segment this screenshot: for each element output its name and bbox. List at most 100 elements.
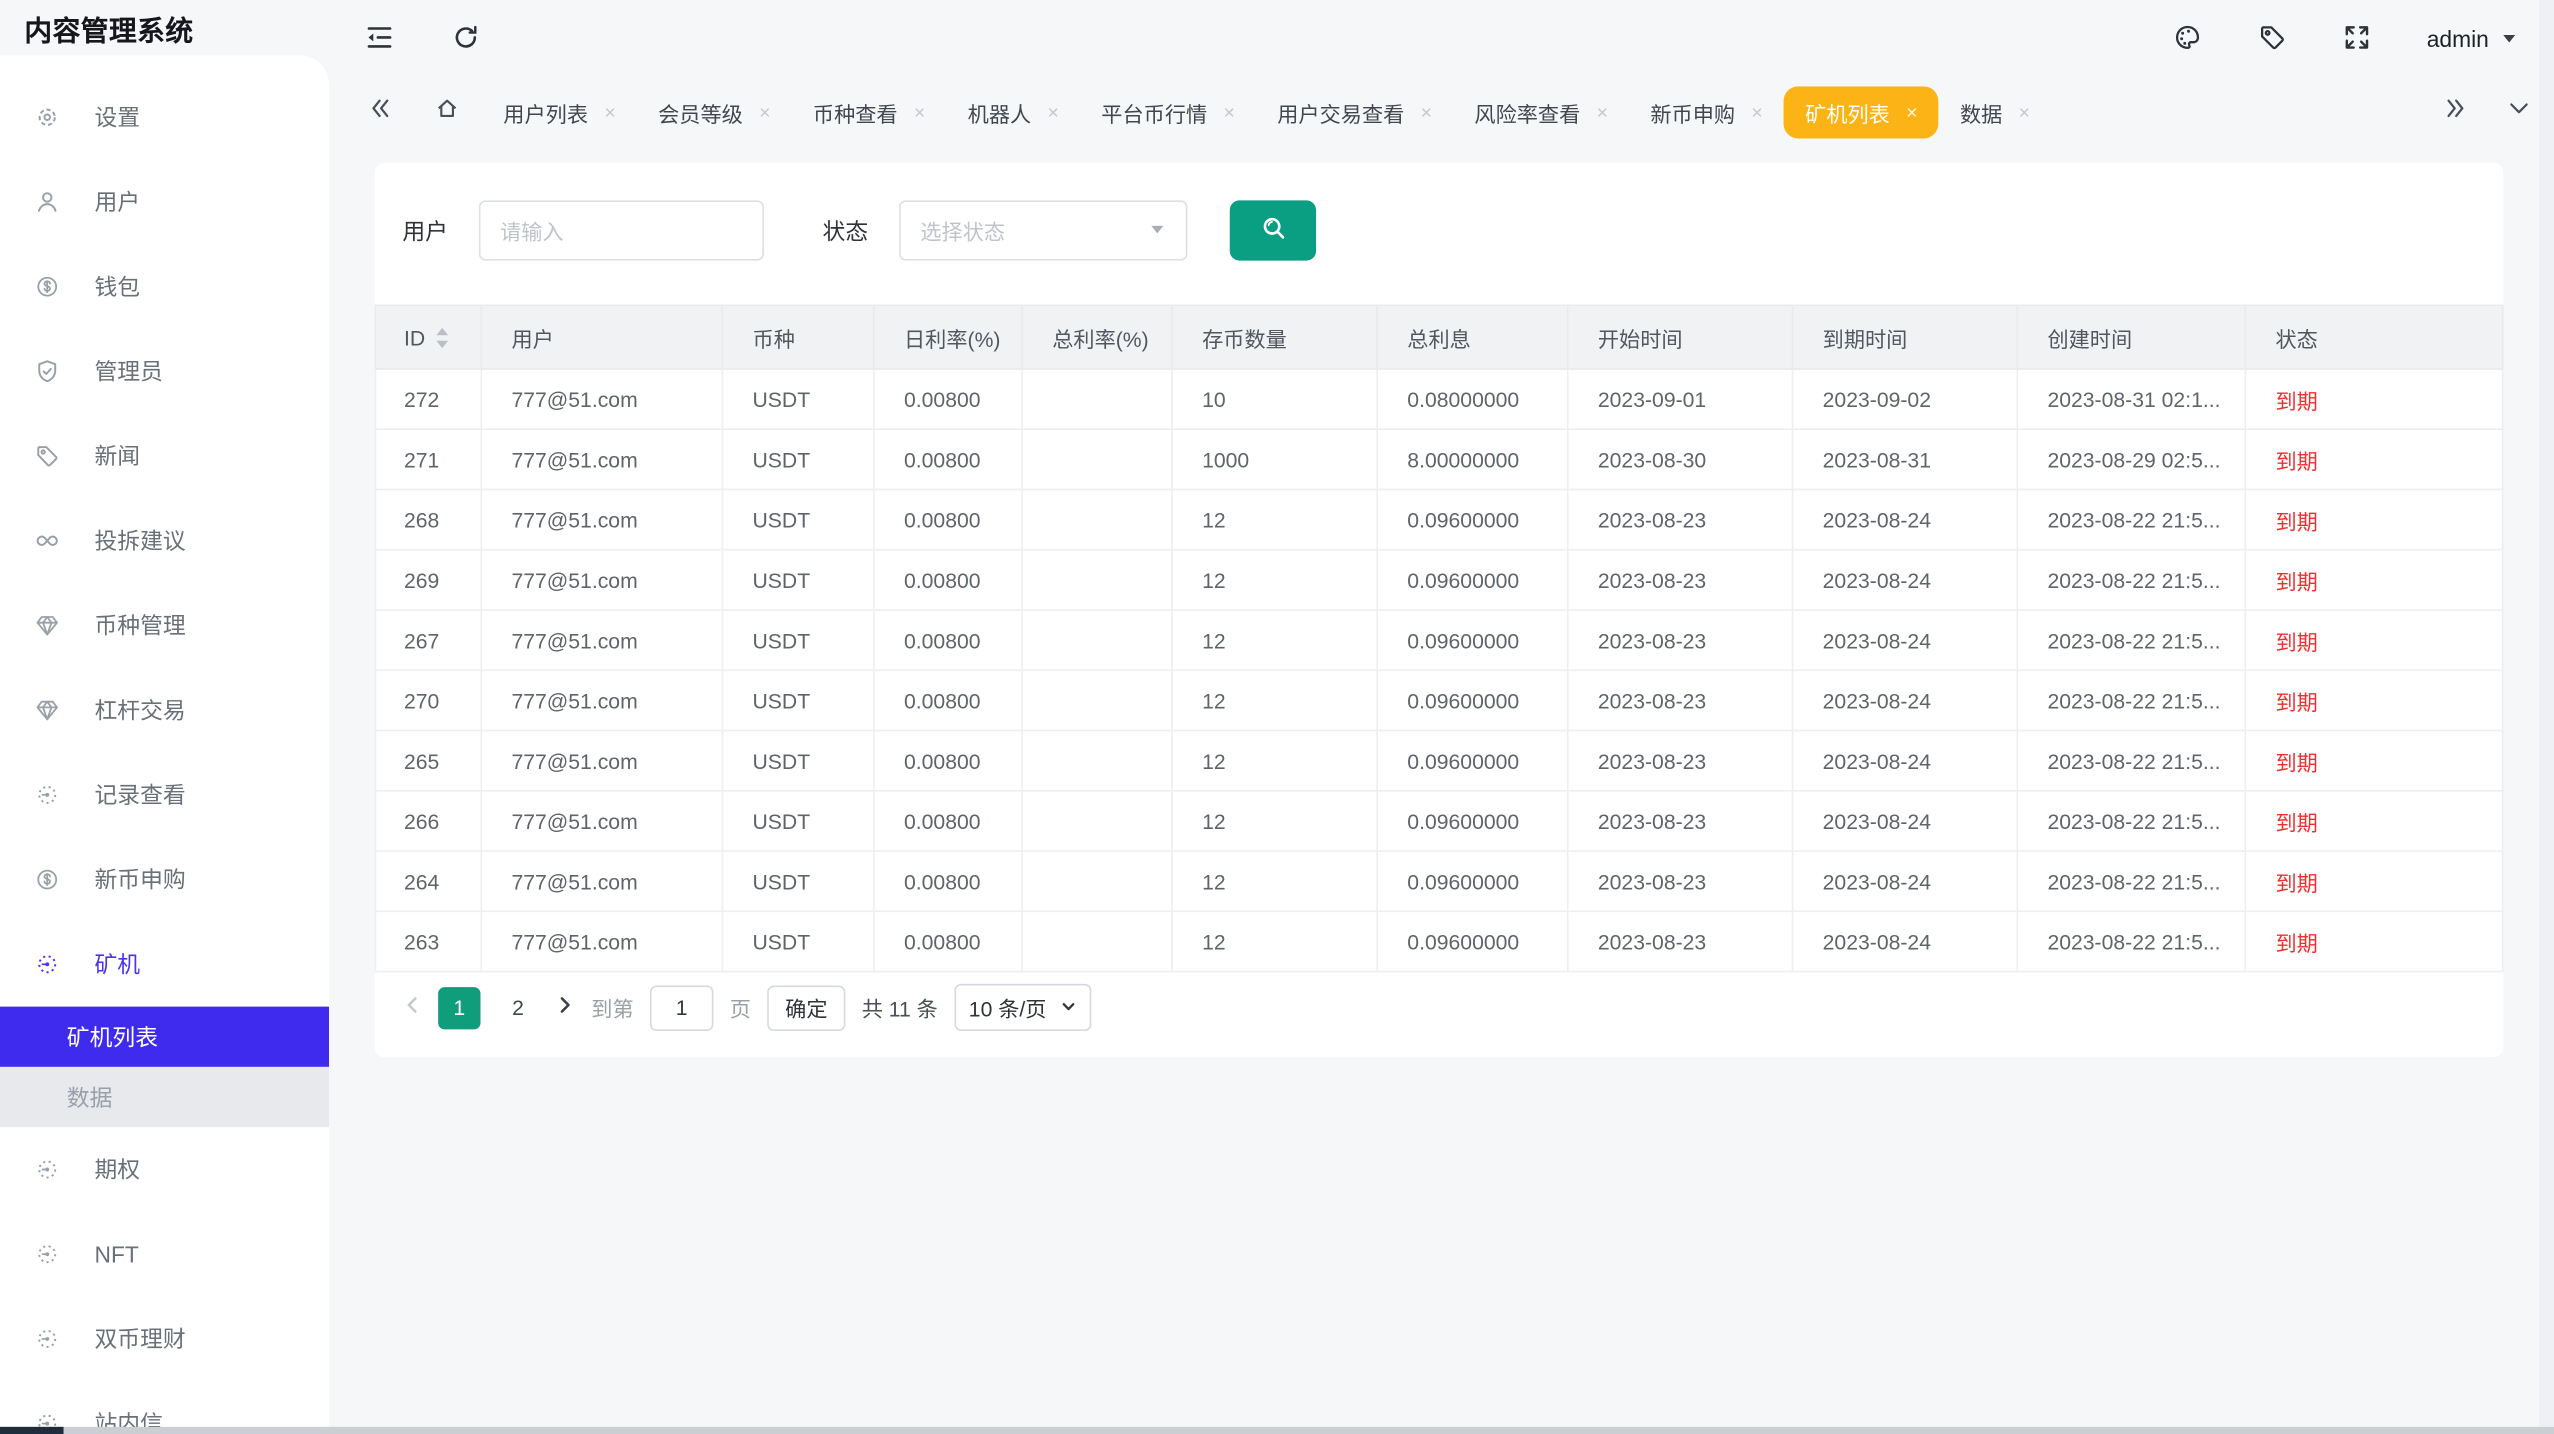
sidebar-submenu-item[interactable]: 数据 xyxy=(0,1067,329,1127)
sidebar-item[interactable]: 管理员 xyxy=(0,329,329,414)
sidebar-item[interactable]: 记录查看 xyxy=(0,753,329,838)
sidebar-submenu-label: 矿机列表 xyxy=(67,1020,158,1053)
sidebar-item[interactable]: 双币理财 xyxy=(0,1297,329,1382)
tabs-menu-button[interactable] xyxy=(2507,96,2531,129)
theme-button[interactable] xyxy=(2173,22,2202,56)
tag-tool-button[interactable] xyxy=(2257,22,2286,56)
close-tab-icon[interactable]: × xyxy=(2019,103,2030,123)
sort-icon[interactable] xyxy=(435,327,450,348)
chevron-right-icon xyxy=(555,995,575,1019)
confirm-button[interactable]: 确定 xyxy=(767,985,845,1031)
cell-daily-rate: 0.00800 xyxy=(874,550,1022,610)
sidebar-item[interactable]: 新闻 xyxy=(0,414,329,499)
close-tab-icon[interactable]: × xyxy=(1223,103,1234,123)
collapse-sidebar-button[interactable] xyxy=(365,22,394,56)
sidebar-item[interactable]: 矿机 xyxy=(0,922,329,1007)
table-row: 272 777@51.com USDT 0.00800 10 0.0800000… xyxy=(375,369,2502,429)
column-header-id[interactable]: ID xyxy=(375,305,481,369)
tab[interactable]: 风险率查看 × xyxy=(1453,86,1629,138)
cell-end-time: 2023-08-24 xyxy=(1793,911,2018,971)
sidebar-item[interactable]: 用户 xyxy=(0,160,329,245)
jump-page-input[interactable]: 1 xyxy=(650,985,714,1031)
sidebar-item[interactable]: 币种管理 xyxy=(0,583,329,668)
horizontal-scrollbar[interactable] xyxy=(0,1426,2554,1434)
gear-icon xyxy=(34,104,60,130)
sidebar: 内容管理系统 设置 用户 钱包 管 xyxy=(0,0,329,1434)
user-menu[interactable]: admin xyxy=(2427,26,2518,52)
cell-created-time: 2023-08-22 21:5... xyxy=(2017,610,2245,670)
tabs-scroll-left-button[interactable] xyxy=(368,96,392,129)
app-title: 内容管理系统 xyxy=(0,0,329,55)
tabs-scroll-right-button[interactable] xyxy=(2443,96,2467,129)
sidebar-item-label: 币种管理 xyxy=(94,609,185,642)
close-tab-icon[interactable]: × xyxy=(1421,103,1432,123)
user-filter-input[interactable]: 请输入 xyxy=(479,200,764,260)
tab[interactable]: 用户列表 × xyxy=(482,86,637,138)
select-caret-icon xyxy=(1148,218,1166,242)
gem-icon xyxy=(34,697,60,723)
search-button[interactable] xyxy=(1230,200,1316,260)
close-tab-icon[interactable]: × xyxy=(914,103,925,123)
horizontal-scrollbar-thumb[interactable] xyxy=(0,1426,64,1434)
sidebar-item[interactable]: 设置 xyxy=(0,75,329,160)
shield-icon xyxy=(34,358,60,384)
cell-daily-rate: 0.00800 xyxy=(874,610,1022,670)
cell-id: 271 xyxy=(375,429,481,489)
sidebar-submenu-item[interactable]: 矿机列表 xyxy=(0,1007,329,1067)
close-tab-icon[interactable]: × xyxy=(1048,103,1059,123)
close-tab-icon[interactable]: × xyxy=(604,103,615,123)
cell-user: 777@51.com xyxy=(481,369,722,429)
cell-end-time: 2023-08-24 xyxy=(1793,851,2018,911)
page-button-2[interactable]: 2 xyxy=(497,986,539,1028)
tab[interactable]: 币种查看 × xyxy=(792,86,947,138)
page-button-1[interactable]: 1 xyxy=(438,986,480,1028)
page-size-select[interactable]: 10 条/页 xyxy=(954,984,1092,1031)
sidebar-item[interactable]: 新币申购 xyxy=(0,837,329,922)
cell-interest: 0.09600000 xyxy=(1377,791,1568,851)
cell-user: 777@51.com xyxy=(481,610,722,670)
status-filter-select[interactable]: 选择状态 xyxy=(899,200,1187,260)
cell-amount: 10 xyxy=(1172,369,1377,429)
close-tab-icon[interactable]: × xyxy=(759,103,770,123)
tab[interactable]: 数据 × xyxy=(1939,86,2051,138)
close-tab-icon[interactable]: × xyxy=(1906,103,1917,123)
fullscreen-button[interactable] xyxy=(2342,22,2371,56)
sidebar-item[interactable]: 期权 xyxy=(0,1127,329,1212)
gem-icon xyxy=(34,612,60,638)
sidebar-item[interactable]: 钱包 xyxy=(0,244,329,329)
cell-daily-rate: 0.00800 xyxy=(874,791,1022,851)
sidebar-item-label: 钱包 xyxy=(94,270,140,303)
cell-created-time: 2023-08-31 02:1... xyxy=(2017,369,2245,429)
cell-end-time: 2023-08-24 xyxy=(1793,550,2018,610)
dollar-icon xyxy=(34,867,60,893)
home-tab-button[interactable] xyxy=(435,96,459,129)
tab[interactable]: 平台币行情 × xyxy=(1080,86,1256,138)
search-icon xyxy=(1258,213,1287,247)
sidebar-item-label: 双币理财 xyxy=(94,1323,185,1356)
tab[interactable]: 新币申购 × xyxy=(1629,86,1784,138)
cell-total-rate xyxy=(1022,670,1172,730)
tab[interactable]: 机器人 × xyxy=(947,86,1081,138)
table-row: 270 777@51.com USDT 0.00800 12 0.0960000… xyxy=(375,670,2502,730)
next-page-button[interactable] xyxy=(555,995,575,1019)
cell-total-rate xyxy=(1022,791,1172,851)
cell-id: 272 xyxy=(375,369,481,429)
sidebar-item-label: 期权 xyxy=(94,1153,140,1186)
table-row: 271 777@51.com USDT 0.00800 1000 8.00000… xyxy=(375,429,2502,489)
close-tab-icon[interactable]: × xyxy=(1597,103,1608,123)
sidebar-item[interactable]: 杠杆交易 xyxy=(0,668,329,753)
close-tab-icon[interactable]: × xyxy=(1751,103,1762,123)
home-icon xyxy=(435,96,459,129)
cell-start-time: 2023-08-23 xyxy=(1568,851,1793,911)
vertical-scrollbar[interactable] xyxy=(2539,0,2554,1426)
sidebar-item[interactable]: NFT xyxy=(0,1212,329,1297)
refresh-button[interactable] xyxy=(451,22,480,56)
prev-page-button[interactable] xyxy=(402,995,422,1019)
table-header: ID 用户 币种 日利率(%) xyxy=(375,305,2502,369)
tab[interactable]: 用户交易查看 × xyxy=(1256,86,1453,138)
cell-status: 到期 xyxy=(2245,911,2502,971)
tab[interactable]: 会员等级 × xyxy=(637,86,792,138)
tab[interactable]: 矿机列表 × xyxy=(1784,86,1939,138)
sidebar-item[interactable]: 投拆建议 xyxy=(0,498,329,583)
cell-daily-rate: 0.00800 xyxy=(874,489,1022,549)
